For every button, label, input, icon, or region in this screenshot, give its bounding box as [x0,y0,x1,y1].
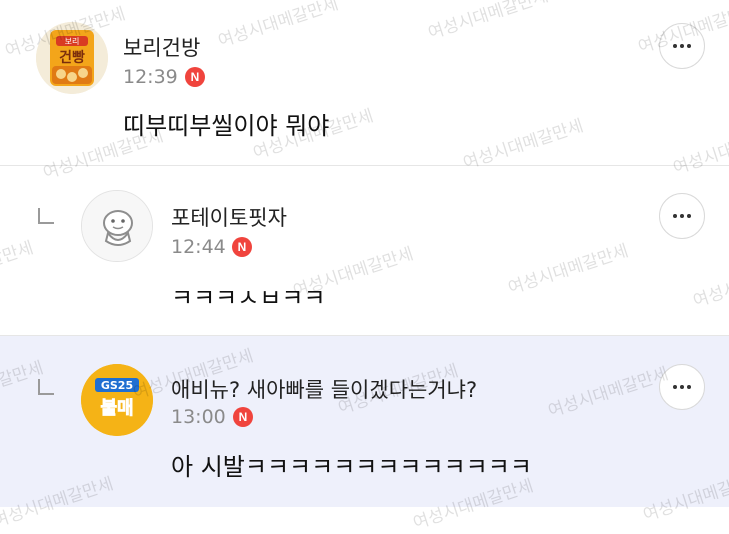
comment-time: 12:44 [171,236,226,258]
more-horizontal-icon [660,385,704,389]
more-options-button[interactable] [659,364,705,410]
svg-text:건빵: 건빵 [59,49,85,66]
comment-text: ㅋㅋㅋㅅㅂㅋㅋ [171,284,326,312]
more-options-button[interactable] [659,193,705,239]
comment-author[interactable]: 애비뉴? 새아빠를 들이겠다는거냐? [171,374,477,404]
more-horizontal-icon [660,44,704,48]
avatar[interactable]: GS25 불매 [81,364,153,436]
comment-item-reply-highlighted: GS25 불매 애비뉴? 새아빠를 들이겠다는거냐? 13:00 N 아 시발ㅋ… [0,336,729,507]
comment-item: 보리 건빵 보리건방 12:39 N 띠부띠부씰이야 뭐야 [0,0,729,166]
comment-time: 12:39 [123,66,178,88]
new-badge: N [232,237,252,257]
comment-text: 띠부띠부씰이야 뭐야 [123,112,330,140]
comment-author[interactable]: 보리건방 [123,32,200,62]
more-horizontal-icon [660,214,704,218]
reply-arrow-icon [37,378,55,396]
more-options-button[interactable] [659,23,705,69]
comment-item-reply: 포테이토핏자 12:44 N ㅋㅋㅋㅅㅂㅋㅋ [0,166,729,336]
reply-arrow-icon [37,207,55,225]
default-profile-character-icon [82,191,152,261]
avatar[interactable] [81,190,153,262]
svg-text:GS25: GS25 [101,379,133,392]
new-badge: N [185,67,205,87]
comment-author[interactable]: 포테이토핏자 [171,202,287,232]
svg-text:불매: 불매 [100,398,133,419]
comment-time: 13:00 [171,406,226,428]
gs25-boycott-logo: GS25 불매 [81,364,153,436]
svg-text:보리: 보리 [65,37,80,46]
new-badge: N [233,407,253,427]
snack-package-image: 보리 건빵 [36,22,108,94]
comment-text: 아 시발ㅋㅋㅋㅋㅋㅋㅋㅋㅋㅋㅋㅋㅋ [171,453,532,481]
avatar[interactable]: 보리 건빵 [36,22,108,94]
